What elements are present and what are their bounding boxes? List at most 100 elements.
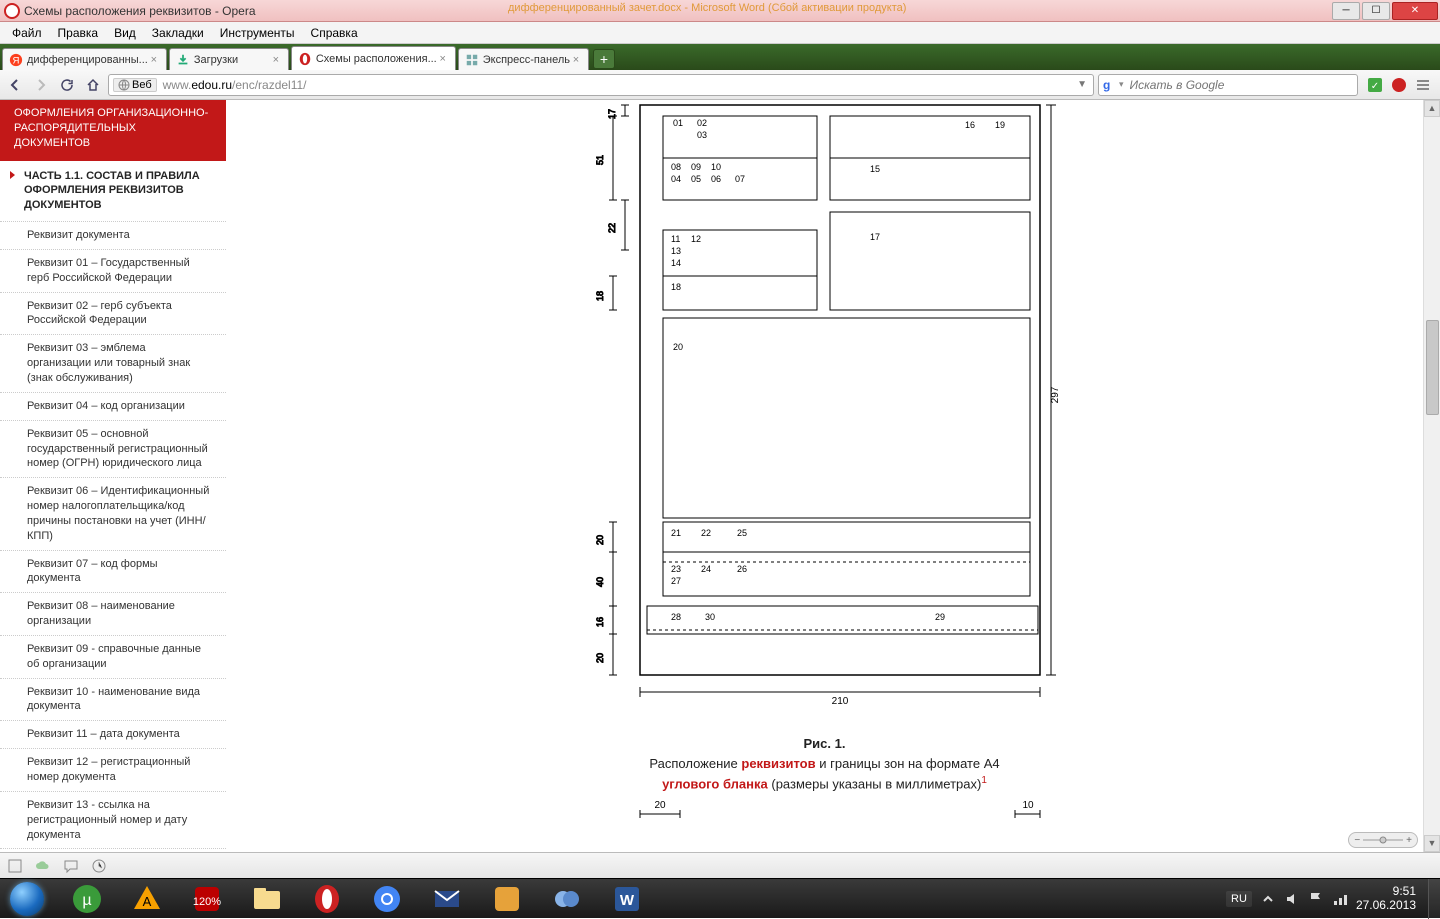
opera-link-icon[interactable] xyxy=(1390,76,1408,94)
tab-close-icon[interactable]: × xyxy=(270,54,282,66)
close-button[interactable]: ✕ xyxy=(1392,2,1438,20)
sidebar-item[interactable]: Реквизит 04 – код организации xyxy=(0,393,226,421)
search-dropdown-icon[interactable]: ▾ xyxy=(1119,79,1124,90)
zoom-control[interactable]: − + xyxy=(1348,832,1418,848)
sidebar-item[interactable]: Реквизит документа xyxy=(0,222,226,250)
sidebar-item[interactable]: Реквизит 08 – наименование организации xyxy=(0,593,226,636)
tray-show-hidden-icon[interactable] xyxy=(1260,891,1276,907)
panel-icon-clock[interactable] xyxy=(90,857,108,875)
page-viewport: ОФОРМЛЕНИЯ ОРГАНИЗАЦИОННО-РАСПОРЯДИТЕЛЬН… xyxy=(0,100,1440,852)
svg-text:10: 10 xyxy=(1022,800,1034,811)
sidebar-item[interactable]: Реквизит 06 – Идентификационный номер на… xyxy=(0,478,226,550)
home-button[interactable] xyxy=(82,74,104,96)
addon-icon-1[interactable]: ✓ xyxy=(1366,76,1384,94)
sidebar-item[interactable]: Реквизит 11 – дата документа xyxy=(0,721,226,749)
svg-text:20: 20 xyxy=(595,535,605,545)
task-explorer[interactable] xyxy=(238,881,296,917)
svg-text:µ: µ xyxy=(82,892,91,909)
menu-tools[interactable]: Инструменты xyxy=(212,26,303,40)
footnote-ref[interactable]: 1 xyxy=(981,775,987,786)
menu-view[interactable]: Вид xyxy=(106,26,144,40)
settings-icon[interactable] xyxy=(1414,76,1432,94)
task-opera[interactable] xyxy=(298,881,356,917)
tab-2[interactable]: Загрузки × xyxy=(169,48,289,70)
new-tab-button[interactable]: + xyxy=(593,49,615,69)
taskbar-clock[interactable]: 9:51 27.06.2013 xyxy=(1356,885,1420,913)
menu-edit[interactable]: Правка xyxy=(50,26,107,40)
tab-4[interactable]: Экспресс-панель × xyxy=(458,48,589,70)
zoom-slider[interactable] xyxy=(1363,836,1403,844)
sidebar-section-title[interactable]: ЧАСТЬ 1.1. СОСТАВ И ПРАВИЛА ОФОРМЛЕНИЯ Р… xyxy=(0,161,226,223)
svg-text:05: 05 xyxy=(691,174,701,184)
tab-label: Загрузки xyxy=(194,54,270,66)
scroll-down-button[interactable]: ▼ xyxy=(1424,835,1440,852)
sidebar-item[interactable]: Реквизит 01 – Государственный герб Росси… xyxy=(0,250,226,293)
sidebar-item[interactable]: Реквизит 13 - ссылка на регистрационный … xyxy=(0,792,226,850)
scroll-thumb[interactable] xyxy=(1426,320,1439,415)
panel-icon-1[interactable] xyxy=(6,857,24,875)
start-button[interactable] xyxy=(0,879,54,919)
svg-text:210: 210 xyxy=(831,696,848,707)
task-app-y[interactable] xyxy=(478,881,536,917)
sidebar-item[interactable]: Реквизит 02 – герб субъекта Российской Ф… xyxy=(0,293,226,336)
forward-button[interactable] xyxy=(30,74,52,96)
svg-text:17: 17 xyxy=(607,109,617,119)
back-button[interactable] xyxy=(4,74,26,96)
tab-close-icon[interactable]: × xyxy=(148,54,160,66)
tab-close-icon[interactable]: × xyxy=(437,53,449,65)
zoom-out-icon[interactable]: − xyxy=(1351,835,1363,846)
sidebar-item[interactable]: Реквизит 09 - справочные данные об орган… xyxy=(0,636,226,679)
web-badge[interactable]: Веб xyxy=(113,78,157,92)
svg-text:40: 40 xyxy=(595,577,605,587)
tray-network-icon[interactable] xyxy=(1332,891,1348,907)
tray-flag-icon[interactable] xyxy=(1308,891,1324,907)
svg-text:10: 10 xyxy=(711,162,721,172)
maximize-button[interactable]: ☐ xyxy=(1362,2,1390,20)
url-dropdown-icon[interactable]: ▼ xyxy=(1075,79,1089,90)
svg-text:15: 15 xyxy=(870,164,880,174)
search-input[interactable] xyxy=(1130,78,1353,92)
svg-text:21: 21 xyxy=(671,528,681,538)
zoom-in-icon[interactable]: + xyxy=(1403,835,1415,846)
task-aimp[interactable]: A xyxy=(118,881,176,917)
menu-file[interactable]: Файл xyxy=(4,26,50,40)
tab-1[interactable]: Я дифференцированны... × xyxy=(2,48,167,70)
tab-label: дифференцированны... xyxy=(27,54,148,66)
task-mail[interactable] xyxy=(418,881,476,917)
menu-help[interactable]: Справка xyxy=(303,26,366,40)
menu-bookmarks[interactable]: Закладки xyxy=(144,26,212,40)
opera-panel-bar xyxy=(0,852,1440,878)
address-bar[interactable]: Веб www.edou.ru/enc/razdel11/ ▼ xyxy=(108,74,1094,96)
show-desktop-button[interactable] xyxy=(1428,879,1440,919)
minimize-button[interactable]: ─ xyxy=(1332,2,1360,20)
task-avira[interactable]: 120% xyxy=(178,881,236,917)
panel-icon-cloud[interactable] xyxy=(34,857,52,875)
vertical-scrollbar[interactable]: ▲ ▼ xyxy=(1423,100,1440,852)
svg-text:17: 17 xyxy=(870,232,880,242)
sidebar-item[interactable]: Реквизит 03 – эмблема организации или то… xyxy=(0,335,226,393)
task-app-messenger[interactable] xyxy=(538,881,596,917)
search-bar[interactable]: g▾ xyxy=(1098,74,1358,96)
panel-icon-chat[interactable] xyxy=(62,857,80,875)
sidebar-item[interactable]: Реквизит 10 - наименование вида документ… xyxy=(0,679,226,722)
tray-volume-icon[interactable] xyxy=(1284,891,1300,907)
tab-close-icon[interactable]: × xyxy=(570,54,582,66)
left-sidebar[interactable]: ОФОРМЛЕНИЯ ОРГАНИЗАЦИОННО-РАСПОРЯДИТЕЛЬН… xyxy=(0,100,226,852)
reload-button[interactable] xyxy=(56,74,78,96)
system-tray: RU 9:51 27.06.2013 xyxy=(1218,885,1428,913)
svg-text:23: 23 xyxy=(671,564,681,574)
task-utorrent[interactable]: µ xyxy=(58,881,116,917)
task-word[interactable]: W xyxy=(598,881,656,917)
svg-text:02: 02 xyxy=(697,118,707,128)
task-chrome[interactable] xyxy=(358,881,416,917)
sidebar-item[interactable]: Реквизит 14 - место составления или изда… xyxy=(0,849,226,852)
tab-3-active[interactable]: Схемы расположения... × xyxy=(291,46,456,70)
sidebar-item[interactable]: Реквизит 12 – регистрационный номер доку… xyxy=(0,749,226,792)
scroll-up-button[interactable]: ▲ xyxy=(1424,100,1440,117)
sidebar-item[interactable]: Реквизит 05 – основной государственный р… xyxy=(0,421,226,479)
nav-bar: Веб www.edou.ru/enc/razdel11/ ▼ g▾ ✓ xyxy=(0,70,1440,100)
toolbar-right: ✓ xyxy=(1362,76,1436,94)
input-language[interactable]: RU xyxy=(1226,891,1252,907)
svg-text:30: 30 xyxy=(705,612,715,622)
sidebar-item[interactable]: Реквизит 07 – код формы документа xyxy=(0,551,226,594)
